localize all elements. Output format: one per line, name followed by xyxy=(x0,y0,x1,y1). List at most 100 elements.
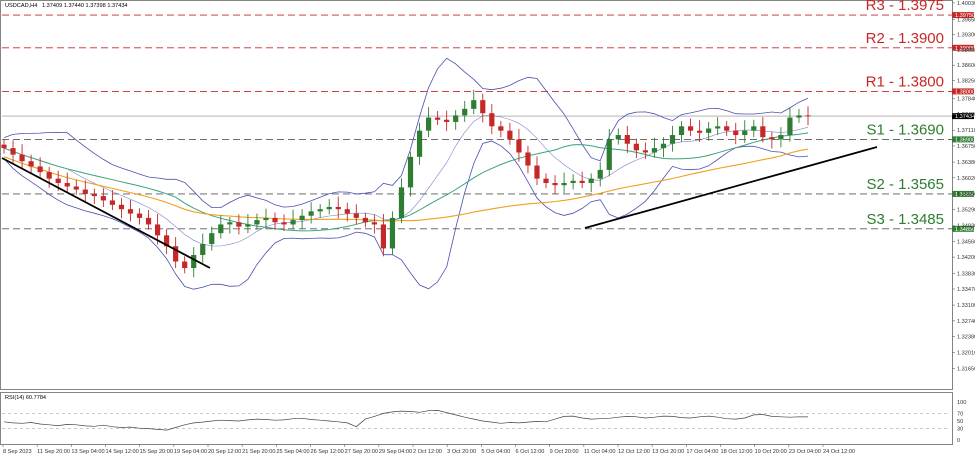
candle-body xyxy=(444,119,450,122)
candle-body xyxy=(236,222,242,227)
candle-body xyxy=(118,204,125,210)
candle-body xyxy=(145,217,152,225)
time-tick-label: 5 Oct 04:00 xyxy=(481,449,510,455)
level-label-s3: S3 - 1.3485 xyxy=(866,211,944,228)
time-tick-label: 19 Sep 04:00 xyxy=(174,449,207,455)
price-tick-label: 1.40030 xyxy=(957,1,975,7)
time-tick-label: 29 Sep 04:00 xyxy=(379,449,412,455)
time-tick-label: 17 Oct 04:00 xyxy=(686,449,718,455)
candle-body xyxy=(516,139,522,153)
candle-body xyxy=(308,211,314,216)
candle-body xyxy=(154,224,161,236)
candle-body xyxy=(37,166,43,173)
rsi-pane-frame xyxy=(0,392,953,445)
candle-body xyxy=(642,150,648,153)
time-tick-label: 15 Sep 20:00 xyxy=(140,449,173,455)
candle-body xyxy=(633,143,639,151)
time-tick-label: 18 Oct 12:00 xyxy=(721,449,753,455)
candle-body xyxy=(742,130,748,136)
price-chart[interactable]: R3 - 1.39751.39750R2 - 1.39001.39000R1 -… xyxy=(0,0,975,456)
time-tick-label: 19 Oct 20:00 xyxy=(755,449,787,455)
level-label-r2: R2 - 1.3900 xyxy=(866,30,944,47)
candle-body xyxy=(46,172,52,179)
time-tick-label: 24 Oct 12:00 xyxy=(823,449,855,455)
price-tick-label: 1.32380 xyxy=(957,335,975,341)
candle-body xyxy=(209,233,215,245)
time-tick-label: 9 Oct 20:00 xyxy=(550,449,579,455)
candle-body xyxy=(787,117,793,136)
candle-body xyxy=(678,126,685,136)
price-tick-label: 1.33100 xyxy=(957,303,975,309)
candle-body xyxy=(660,143,667,149)
rsi-tick-label: 0 xyxy=(957,438,960,444)
candle-body xyxy=(480,100,486,114)
level-price-text-r1: 1.38000 xyxy=(955,89,975,95)
price-tick-label: 1.39300 xyxy=(957,33,975,39)
candle-body xyxy=(28,161,34,167)
time-tick-label: 3 Oct 20:00 xyxy=(447,449,476,455)
symbol-header: USDCAD,H4 xyxy=(5,3,37,9)
candle-body xyxy=(751,126,757,131)
candle-body xyxy=(299,215,305,221)
price-tick-label: 1.33830 xyxy=(957,271,975,277)
price-tick-label: 1.32010 xyxy=(957,351,975,357)
candle-body xyxy=(561,183,567,186)
price-tick-label: 1.36020 xyxy=(957,176,975,182)
candle-body xyxy=(100,196,106,201)
candle-body xyxy=(290,220,296,225)
time-tick-label: 27 Sep 20:00 xyxy=(345,449,378,455)
candle-body xyxy=(371,222,377,225)
candle-body xyxy=(191,254,197,269)
candle-body xyxy=(281,222,287,225)
candle-body xyxy=(733,130,739,136)
price-tick-label: 1.34560 xyxy=(957,239,975,245)
time-tick-label: 26 Sep 12:00 xyxy=(311,449,344,455)
candle-body xyxy=(588,178,594,184)
candle-body xyxy=(254,220,260,225)
candle-body xyxy=(543,178,549,184)
level-price-text-s1: 1.36900 xyxy=(955,137,975,143)
candle-body xyxy=(489,113,495,127)
candle-body xyxy=(182,261,188,269)
main-pane-frame xyxy=(0,0,953,390)
candle-body xyxy=(82,189,88,194)
price-tick-label: 1.39650 xyxy=(957,17,975,23)
price-tick-label: 1.31650 xyxy=(957,366,975,372)
time-tick-label: 8 Sep 2023 xyxy=(3,449,32,455)
candle-body xyxy=(19,154,25,162)
candle-body xyxy=(805,115,811,117)
price-tick-label: 1.38600 xyxy=(957,63,975,69)
rsi-tick-label: 70 xyxy=(957,411,963,417)
time-tick-label: 23 Oct 04:00 xyxy=(789,449,821,455)
candle-body xyxy=(651,148,658,153)
candle-body xyxy=(263,217,269,221)
candle-body xyxy=(317,209,323,212)
candle-body xyxy=(416,130,423,157)
candle-body xyxy=(73,186,79,190)
candle-body xyxy=(55,178,61,184)
time-tick-label: 2 Oct 12:00 xyxy=(413,449,442,455)
time-tick-label: 11 Oct 04:00 xyxy=(584,449,616,455)
price-tick-label: 1.37110 xyxy=(957,128,975,134)
candle-body xyxy=(462,108,468,116)
candle-body xyxy=(91,193,97,197)
candle-body xyxy=(435,117,441,120)
time-tick-label: 25 Sep 04:00 xyxy=(276,449,309,455)
candle-body xyxy=(398,187,405,218)
candle-body xyxy=(335,206,341,210)
candle-body xyxy=(724,126,730,131)
level-label-r1: R1 - 1.3800 xyxy=(866,73,944,90)
candle-body xyxy=(326,206,332,210)
price-tick-label: 1.35290 xyxy=(957,208,975,214)
price-tick-label: 1.33470 xyxy=(957,287,975,293)
level-label-s1: S1 - 1.3690 xyxy=(866,121,944,138)
price-tick-label: 1.36750 xyxy=(957,144,975,150)
candle-body xyxy=(579,180,585,184)
candle-body xyxy=(706,128,712,133)
candle-body xyxy=(525,152,531,166)
candle-body xyxy=(425,117,432,131)
candle-body xyxy=(353,213,359,218)
candle-body xyxy=(615,135,621,140)
level-label-r3: R3 - 1.3975 xyxy=(866,0,944,14)
rsi-tick-label: 30 xyxy=(957,427,963,433)
